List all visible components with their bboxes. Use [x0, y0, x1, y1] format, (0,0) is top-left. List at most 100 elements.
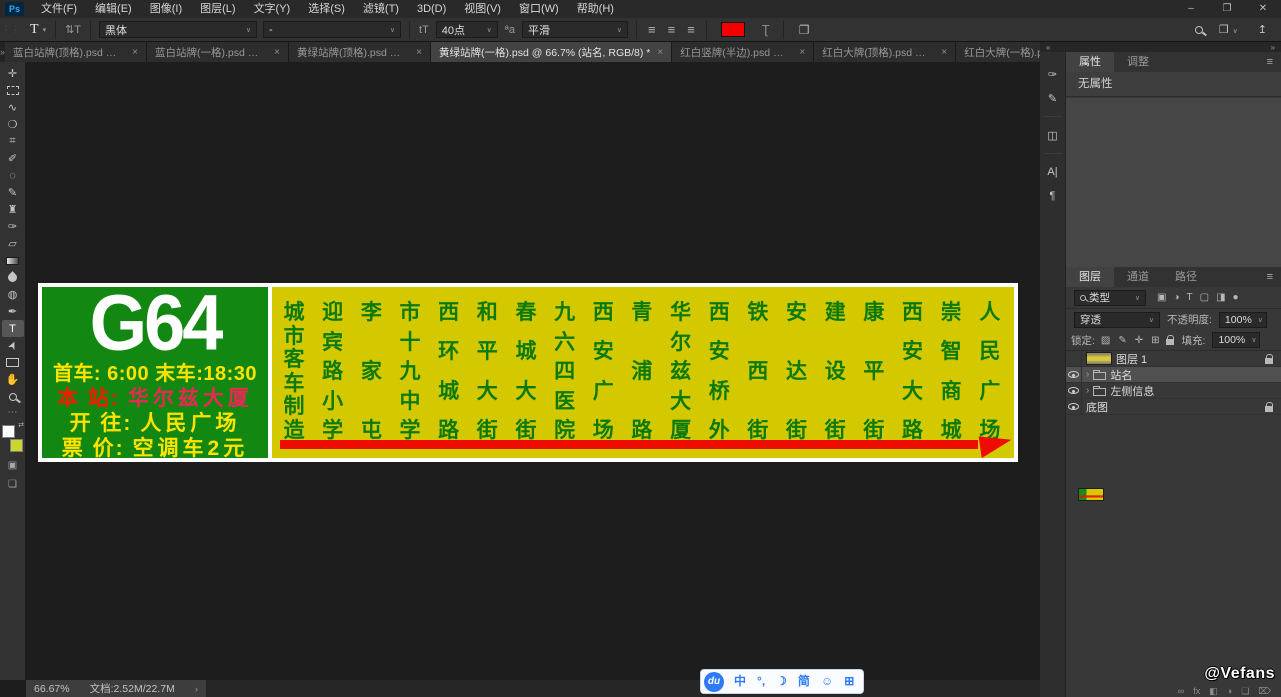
swap-colors-icon[interactable]: ⇄	[18, 421, 24, 429]
document-tab[interactable]: 蓝白站牌(一格).psd @ 66.7...×	[147, 42, 289, 62]
tool-crop[interactable]: ⌗	[2, 133, 24, 150]
workspace-icon[interactable]: ❐ ∨	[1219, 23, 1242, 36]
tool-history-brush[interactable]: ✑	[2, 218, 24, 235]
expand-panels-icon[interactable]: »	[1271, 43, 1275, 52]
layer-row[interactable]: 底图	[1066, 399, 1281, 415]
menu-item[interactable]: 图层(L)	[191, 0, 244, 18]
search-icon[interactable]	[1195, 26, 1203, 34]
menu-item[interactable]: 滤镜(T)	[354, 0, 408, 18]
layers-tab-图层[interactable]: 图层	[1066, 267, 1114, 287]
zoom-level[interactable]: 66.67%	[34, 683, 70, 695]
tab-close-icon[interactable]: ×	[941, 47, 947, 58]
baidu-ime-logo[interactable]: du	[704, 672, 724, 692]
tool-gradient[interactable]	[2, 252, 24, 269]
collapse-panels-icon[interactable]: «	[1046, 43, 1050, 52]
layer-effects-icon[interactable]: fx	[1193, 686, 1200, 696]
brush-settings-icon[interactable]: ✑	[1040, 62, 1065, 86]
tool-hand[interactable]: ✋	[2, 371, 24, 388]
tool-caret-icon[interactable]: ▾	[43, 26, 47, 34]
tool-marquee[interactable]	[2, 82, 24, 99]
tool-clone-stamp[interactable]: ♜	[2, 201, 24, 218]
clone-source-icon[interactable]: ◫	[1040, 123, 1065, 147]
share-icon[interactable]: ↥	[1258, 23, 1267, 36]
tool-path-selection[interactable]: ➤	[2, 337, 24, 354]
smart-object-filter-icon[interactable]: ◨	[1214, 292, 1227, 303]
bus-sign-document[interactable]: G64 首车: 6:00 末车:18:30 本 站:华尔兹大厦开 往:人民广场票…	[38, 283, 1018, 462]
lock-position-icon[interactable]: ✛	[1133, 335, 1145, 346]
restore-button[interactable]: ❐	[1209, 0, 1245, 18]
tab-close-icon[interactable]: ×	[416, 47, 422, 58]
quick-mask-icon[interactable]: ▣	[8, 460, 17, 471]
type-layer-filter-icon[interactable]: T	[1185, 292, 1195, 303]
blend-mode-select[interactable]: 穿透 ∨	[1074, 312, 1160, 328]
panel-menu-icon[interactable]: ≡	[1259, 267, 1281, 287]
layer-filter-select[interactable]: 类型 ∨	[1074, 290, 1146, 306]
chinese-mode-icon[interactable]: 中	[734, 669, 746, 694]
lock-artboard-icon[interactable]: ⊞	[1149, 335, 1161, 346]
delete-layer-icon[interactable]: ⌦	[1258, 686, 1271, 697]
menu-item[interactable]: 文件(F)	[32, 0, 86, 18]
layers-tab-通道[interactable]: 通道	[1114, 267, 1162, 287]
character-panel-icon[interactable]: A|	[1040, 160, 1065, 184]
link-layers-icon[interactable]: ∞	[1178, 686, 1184, 696]
tool-eyedropper[interactable]: ✐	[2, 150, 24, 167]
new-adjustment-icon[interactable]: ◑	[1227, 686, 1232, 696]
document-tab[interactable]: 黄绿站牌(顶格).psd @ 66.7...×	[289, 42, 431, 62]
visibility-toggle[interactable]	[1066, 383, 1082, 399]
visibility-toggle[interactable]	[1066, 367, 1082, 383]
group-expand-icon[interactable]: ›	[1086, 369, 1089, 380]
fill-input[interactable]: 100% ∨	[1212, 332, 1260, 348]
keyboard-grid-icon[interactable]: ⊞	[844, 669, 854, 694]
tool-pen[interactable]: ✒	[2, 303, 24, 320]
font-family-select[interactable]: 黑体 ∨	[99, 21, 257, 38]
toggle-panels-icon[interactable]: ❐	[799, 23, 810, 37]
menu-item[interactable]: 图像(I)	[141, 0, 191, 18]
lock-all-icon[interactable]	[1166, 339, 1174, 345]
adjustment-layer-filter-icon[interactable]: ◑	[1171, 292, 1181, 303]
menu-item[interactable]: 编辑(E)	[86, 0, 141, 18]
tool-blur[interactable]	[2, 269, 24, 286]
close-button[interactable]: ✕	[1245, 0, 1281, 18]
tool-brush[interactable]: ✎	[2, 184, 24, 201]
menu-item[interactable]: 窗口(W)	[510, 0, 568, 18]
pixel-layer-filter-icon[interactable]: ▣	[1155, 292, 1168, 303]
menu-item[interactable]: 选择(S)	[299, 0, 354, 18]
warp-text-icon[interactable]: Ʈ	[762, 22, 770, 37]
menu-item[interactable]: 视图(V)	[455, 0, 510, 18]
layers-tab-路径[interactable]: 路径	[1162, 267, 1210, 287]
shape-layer-filter-icon[interactable]: ▢	[1198, 292, 1211, 303]
canvas-area[interactable]: G64 首车: 6:00 末车:18:30 本 站:华尔兹大厦开 往:人民广场票…	[26, 62, 1040, 680]
lock-transparent-icon[interactable]: ▨	[1099, 335, 1112, 346]
paragraph-panel-icon[interactable]: ¶	[1040, 184, 1065, 208]
layer-row[interactable]: ›左侧信息	[1066, 383, 1281, 399]
group-expand-icon[interactable]: ›	[1086, 385, 1089, 396]
tool-rectangle[interactable]	[2, 354, 24, 371]
visibility-toggle[interactable]	[1066, 399, 1082, 415]
tool-move[interactable]: ✛	[2, 65, 24, 82]
text-orientation-icon[interactable]: ⇅T	[61, 23, 85, 36]
properties-tab-调整[interactable]: 调整	[1114, 52, 1162, 72]
lock-pixels-icon[interactable]: ✎	[1116, 335, 1128, 346]
document-tab[interactable]: 蓝白站牌(顶格).psd @ 100...×	[5, 42, 147, 62]
brushes-icon[interactable]: ✎	[1040, 86, 1065, 110]
font-style-select[interactable]: - ∨	[263, 21, 401, 38]
punctuation-mode-icon[interactable]: °,	[757, 669, 765, 694]
new-group-icon[interactable]: ❏	[1241, 686, 1249, 697]
screen-mode-icon[interactable]: ❏	[8, 479, 17, 490]
tab-close-icon[interactable]: ×	[657, 47, 663, 58]
menu-item[interactable]: 文字(Y)	[245, 0, 300, 18]
tool-dodge[interactable]: ◍	[2, 286, 24, 303]
type-tool-badge[interactable]: T	[24, 22, 42, 38]
font-size-select[interactable]: 40点 ∨	[436, 21, 498, 38]
user-profile-icon[interactable]: ☺	[821, 669, 833, 694]
panel-menu-icon[interactable]: ≡	[1259, 52, 1281, 72]
tool-zoom[interactable]	[2, 388, 24, 405]
filter-toggle-icon[interactable]: ●	[1231, 292, 1241, 303]
properties-tab-属性[interactable]: 属性	[1066, 52, 1114, 72]
document-tab[interactable]: 黄绿站牌(一格).psd @ 66.7% (站名, RGB/8) *×	[431, 42, 672, 62]
minimize-button[interactable]: –	[1173, 0, 1209, 18]
tab-close-icon[interactable]: ×	[799, 47, 805, 58]
tool-quick-selection[interactable]: ❍	[2, 116, 24, 133]
foreground-color-swatch[interactable]	[2, 425, 15, 438]
anti-alias-select[interactable]: 平滑 ∨	[522, 21, 628, 38]
